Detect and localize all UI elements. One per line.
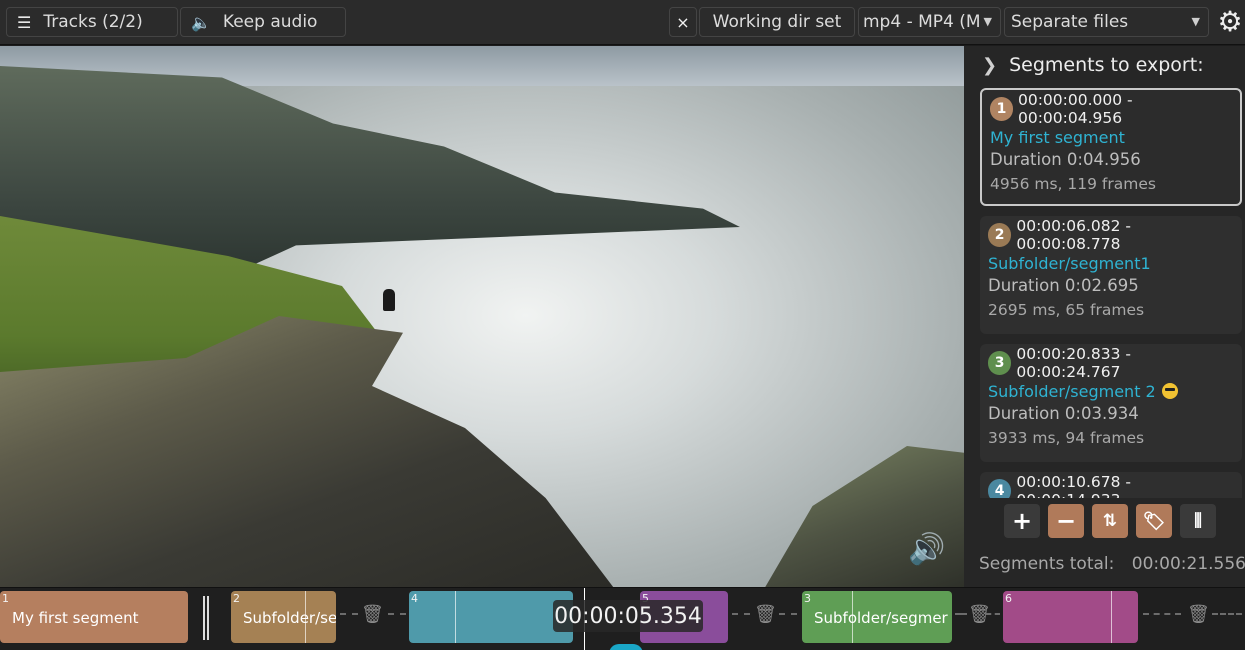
segment-range-row: 2 00:00:06.082 - 00:00:08.778 [988, 217, 1234, 253]
segment-range: 00:00:06.082 - 00:00:08.778 [1016, 217, 1131, 253]
video-preview[interactable]: 🔊 [0, 46, 964, 587]
timeline-segment-number: 6 [1005, 592, 1012, 605]
play-button[interactable] [609, 644, 643, 650]
segment-name: Subfolder/segment 2 [988, 381, 1156, 401]
segment-list[interactable]: 1 00:00:00.000 - 00:00:04.956 My first s… [978, 88, 1243, 498]
segment-info: 3933 ms, 94 frames [988, 429, 1145, 447]
segment-name[interactable]: My first segment [990, 125, 1232, 149]
segment-number-badge: 4 [988, 479, 1012, 498]
frame-marker [455, 591, 456, 643]
split-icon[interactable]: ⫼ [1180, 504, 1216, 538]
segment-number-badge: 3 [988, 351, 1012, 375]
speaker-icon: 🔈 [191, 12, 211, 32]
segment-name[interactable]: Subfolder/segment1 [988, 251, 1234, 275]
frame-marker [305, 591, 306, 643]
segment-duration: Duration 0:04.956 [990, 150, 1141, 169]
chevron-down-icon: ▼ [983, 15, 992, 28]
segment-range-row: 4 00:00:10.678 - 00:00:14.933 [988, 473, 1234, 498]
gear-icon[interactable]: ⚙ [1215, 6, 1245, 38]
app-window: ☰ Tracks (2/2) 🔈 Keep audio × Working di… [0, 0, 1245, 650]
segment-range: 00:00:00.000 - 00:00:04.956 [1017, 91, 1133, 127]
keep-audio-button[interactable]: 🔈 Keep audio [180, 7, 346, 37]
tracks-label: Tracks (2/2) [43, 12, 143, 32]
segments-total: Segments total: 00:00:21.556 [979, 554, 1245, 574]
gap-dash [388, 613, 406, 615]
segment-cursor-handle[interactable] [203, 596, 209, 640]
gap-dash [986, 613, 1000, 615]
segment-range-row: 3 00:00:20.833 - 00:00:24.767 [988, 345, 1234, 381]
close-icon: × [676, 12, 690, 32]
trash-icon[interactable]: 🗑 [361, 604, 384, 628]
segment-duration: Duration 0:02.695 [988, 276, 1139, 295]
frame-marker [1111, 591, 1112, 643]
segment-number-badge: 2 [988, 223, 1012, 247]
gap-dash [779, 613, 797, 615]
segment-range: 00:00:20.833 - 00:00:24.767 [1016, 345, 1131, 381]
volume-icon[interactable]: 🔊 [908, 532, 954, 568]
sort-icon[interactable]: ⇅ [1092, 504, 1128, 538]
segment-duration: Duration 0:03.934 [988, 404, 1139, 423]
timeline-segment-number: 2 [233, 592, 240, 605]
clear-working-dir-button[interactable]: × [669, 7, 697, 37]
chevron-down-icon: ▼ [1191, 15, 1200, 28]
current-time-display: 00:00:05.354 [553, 600, 703, 632]
timeline-segment-number: 1 [2, 592, 9, 605]
timeline-segment-4[interactable]: 4 [409, 591, 573, 643]
timeline-segment-label: Subfolder/segmer [814, 609, 948, 627]
add-icon[interactable]: + [1004, 504, 1040, 538]
gap-dash [1212, 613, 1242, 615]
segment-info: 2695 ms, 65 frames [988, 301, 1145, 319]
segments-panel-title: Segments to export: [1009, 54, 1204, 76]
working-dir-label: Working dir set [712, 12, 842, 32]
timeline-segment-2[interactable]: 2 Subfolder/se [231, 591, 336, 643]
format-select[interactable]: mp4 - MP4 (M ▼ [858, 7, 1001, 37]
video-person [383, 289, 395, 311]
segment-range-row: 1 00:00:00.000 - 00:00:04.956 [990, 91, 1232, 127]
sunglasses-emoji-icon [1161, 383, 1178, 399]
gap-dash [340, 613, 358, 615]
gap-dash [955, 613, 967, 615]
segment-range: 00:00:10.678 - 00:00:14.933 [1016, 473, 1131, 498]
working-dir-button[interactable]: Working dir set [699, 7, 855, 37]
segment-actions: + − ⇅ 🏷 ⫼ [1004, 504, 1216, 538]
timeline-segment-label: Subfolder/se [243, 609, 336, 627]
gap-dash [1143, 613, 1181, 615]
segment-name-row[interactable]: Subfolder/segment 2 [988, 379, 1234, 403]
segment-card-4[interactable]: 4 00:00:10.678 - 00:00:14.933 [980, 472, 1242, 498]
trash-icon[interactable]: 🗑 [754, 604, 777, 628]
timeline-segment-number: 4 [411, 592, 418, 605]
top-toolbar: ☰ Tracks (2/2) 🔈 Keep audio × Working di… [0, 0, 1245, 45]
segment-info: 4956 ms, 119 frames [990, 175, 1156, 193]
segments-total-value: 00:00:21.556 [1131, 554, 1245, 574]
output-mode-select[interactable]: Separate files ▼ [1004, 7, 1209, 37]
remove-icon[interactable]: − [1048, 504, 1084, 538]
timeline-segment-3[interactable]: 3 Subfolder/segmer [802, 591, 952, 643]
gap-dash [732, 613, 750, 615]
trash-icon[interactable]: 🗑 [1187, 604, 1210, 628]
tag-icon[interactable]: 🏷 [1136, 504, 1172, 538]
keep-audio-label: Keep audio [222, 12, 318, 32]
segment-number-badge: 1 [990, 97, 1013, 121]
timeline[interactable]: 1 My first segment 2 Subfolder/se 🗑 4 5 … [0, 587, 1245, 650]
timeline-segment-number: 3 [804, 592, 811, 605]
timeline-segment-1[interactable]: 1 My first segment [0, 591, 188, 643]
chevron-right-icon[interactable]: ❯ [982, 55, 997, 76]
list-icon: ☰ [17, 12, 32, 32]
trash-icon[interactable]: 🗑 [968, 604, 991, 628]
segments-total-label: Segments total: [979, 554, 1115, 574]
timeline-segment-6[interactable]: 6 [1003, 591, 1138, 643]
segment-card-3[interactable]: 3 00:00:20.833 - 00:00:24.767 Subfolder/… [980, 344, 1242, 462]
output-mode-value: Separate files [1011, 12, 1129, 32]
segments-panel-header[interactable]: ❯ Segments to export: [982, 50, 1204, 80]
segment-card-1[interactable]: 1 00:00:00.000 - 00:00:04.956 My first s… [980, 88, 1242, 206]
segments-panel: ❯ Segments to export: 1 00:00:00.000 - 0… [964, 46, 1245, 587]
frame-marker [852, 591, 853, 643]
segment-card-2[interactable]: 2 00:00:06.082 - 00:00:08.778 Subfolder/… [980, 216, 1242, 334]
format-value: mp4 - MP4 (M [863, 12, 981, 32]
timeline-segment-label: My first segment [12, 609, 139, 627]
tracks-button[interactable]: ☰ Tracks (2/2) [6, 7, 178, 37]
